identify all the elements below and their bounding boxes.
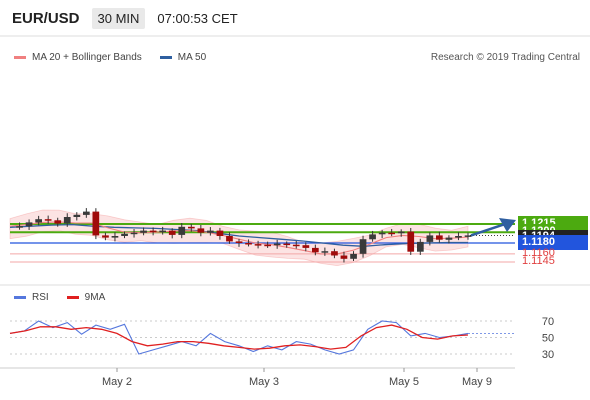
candle-body bbox=[245, 243, 252, 245]
x-tick-label-3: May 9 bbox=[462, 376, 492, 388]
candle-body bbox=[73, 214, 81, 217]
candle-body bbox=[159, 230, 166, 233]
candle-body bbox=[197, 228, 205, 233]
candle-body bbox=[207, 230, 214, 233]
candle-body bbox=[168, 230, 176, 235]
rsi-tick-70: 70 bbox=[542, 316, 554, 328]
candle-body bbox=[63, 217, 71, 224]
candle-body bbox=[226, 236, 233, 242]
candle-body bbox=[436, 235, 443, 240]
projection-arrow-shaft bbox=[470, 222, 506, 237]
candle-body bbox=[397, 231, 405, 234]
candle-body bbox=[178, 226, 186, 235]
candle-body bbox=[54, 220, 62, 224]
candle-body bbox=[140, 230, 147, 233]
candle-body bbox=[369, 234, 376, 240]
candle-body bbox=[83, 211, 90, 215]
candle-body bbox=[188, 226, 195, 229]
candle-body bbox=[417, 241, 424, 252]
bollinger-band bbox=[9, 209, 469, 267]
rsi-tick-50: 50 bbox=[542, 333, 554, 345]
candle-body bbox=[102, 235, 109, 238]
candle-body bbox=[44, 219, 52, 221]
candle-body bbox=[92, 211, 100, 236]
candle-body bbox=[16, 226, 23, 228]
candle-body bbox=[111, 236, 119, 238]
candle-body bbox=[35, 219, 42, 223]
candle-body bbox=[340, 255, 348, 259]
candle-body bbox=[407, 231, 415, 252]
candle-body bbox=[350, 253, 357, 259]
candle-body bbox=[302, 245, 310, 248]
candle-body bbox=[121, 233, 128, 236]
x-tick-label-2: May 5 bbox=[389, 376, 419, 388]
candle-body bbox=[254, 244, 262, 246]
candle-body bbox=[264, 244, 271, 247]
candle-body bbox=[283, 243, 291, 246]
price-chart: 70 50 30 May 2 May 3 May 5 May 9 bbox=[0, 35, 590, 388]
candle-body bbox=[292, 244, 300, 247]
candle-body bbox=[388, 232, 395, 235]
candle-body bbox=[359, 239, 367, 254]
candle-body bbox=[312, 247, 319, 253]
candle-body bbox=[455, 236, 462, 238]
x-tick-label-0: May 2 bbox=[102, 376, 132, 388]
candle-body bbox=[445, 237, 453, 240]
candle-body bbox=[321, 251, 329, 253]
candle-body bbox=[149, 230, 157, 233]
candle-body bbox=[331, 251, 338, 256]
candle-body bbox=[130, 232, 138, 235]
candle-body bbox=[216, 230, 224, 236]
rsi-line bbox=[9, 320, 469, 355]
x-tick-label-1: May 3 bbox=[249, 376, 279, 388]
price-label-1.1145: 1.1145 bbox=[522, 255, 555, 267]
candle-body bbox=[426, 235, 434, 242]
candle-body bbox=[235, 241, 243, 243]
candle-body bbox=[378, 232, 386, 235]
rsi-tick-30: 30 bbox=[542, 349, 554, 361]
candle-body bbox=[25, 222, 33, 227]
candle-body bbox=[273, 243, 281, 246]
candle-body bbox=[464, 235, 472, 237]
